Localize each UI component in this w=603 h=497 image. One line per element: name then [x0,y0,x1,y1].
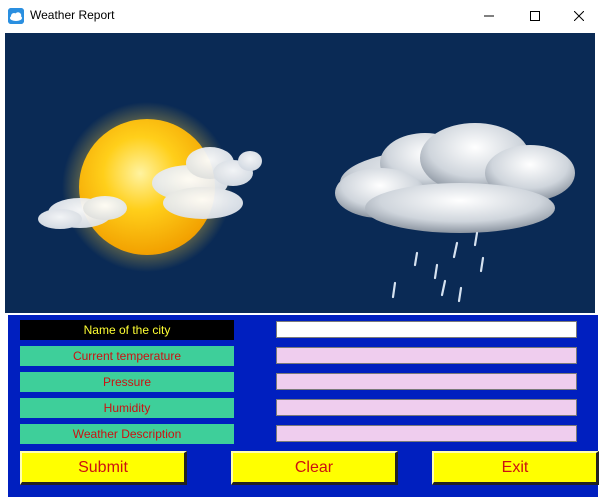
exit-button[interactable]: Exit [432,451,599,485]
maximize-icon [530,10,540,21]
submit-button[interactable]: Submit [20,451,187,485]
weather-form: Name of the city Current temperature Pre… [8,315,599,497]
weather-image [5,33,595,313]
label-city: Name of the city [20,320,234,340]
temperature-field[interactable] [276,347,577,364]
maximize-button[interactable] [512,0,558,31]
label-humidity: Humidity [20,398,234,418]
label-pressure: Pressure [20,372,234,392]
rain-cloud-icon [335,123,575,303]
city-input[interactable] [276,321,577,338]
pressure-field[interactable] [276,373,577,390]
title-bar[interactable]: Weather Report [0,0,603,31]
label-temperature: Current temperature [20,346,234,366]
close-icon [574,10,584,21]
humidity-field[interactable] [276,399,577,416]
close-button[interactable] [556,0,602,31]
minimize-icon [484,15,494,16]
weather-app-icon [8,8,24,24]
description-field[interactable] [276,425,577,442]
label-description: Weather Description [20,424,234,444]
sun-with-clouds-icon [38,102,262,272]
clear-button[interactable]: Clear [231,451,398,485]
minimize-button[interactable] [466,0,512,31]
window-title: Weather Report [30,8,115,22]
